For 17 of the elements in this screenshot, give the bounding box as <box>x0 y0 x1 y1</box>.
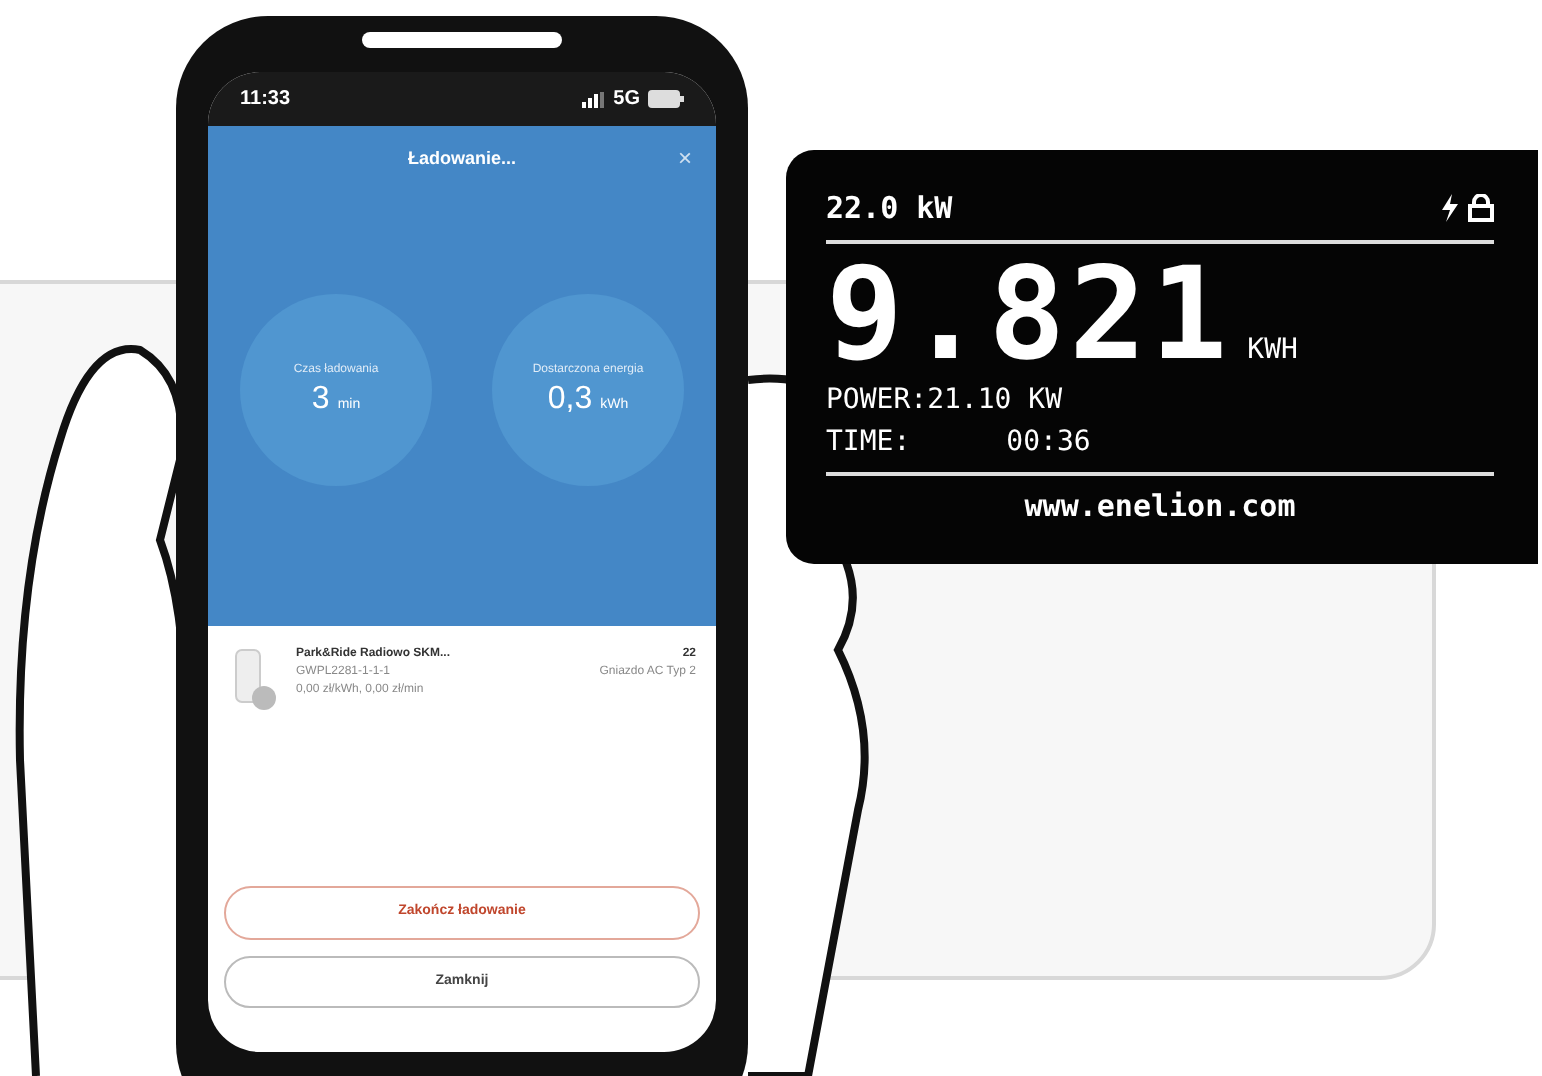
time-reading: 00:36 <box>1006 423 1091 461</box>
energy-unit: KWH <box>1247 331 1298 369</box>
stat-value: 0,3 <box>547 379 593 418</box>
signal-icon <box>581 91 606 107</box>
time-label: TIME: <box>826 423 911 461</box>
close-button[interactable]: × <box>677 146 692 170</box>
screen-title: Ładowanie... <box>407 146 516 172</box>
lock-icon <box>1468 194 1494 223</box>
stat-value: 3 <box>311 379 330 418</box>
network-label: 5G <box>613 86 640 114</box>
max-power-label: 22.0 kW <box>826 188 953 230</box>
website-label: www.enelion.com <box>1022 485 1298 527</box>
power-reading: POWER:21.10 KW <box>826 381 1065 419</box>
status-time: 11:33 <box>240 86 291 114</box>
lightning-icon <box>1440 194 1460 223</box>
battery-icon <box>648 90 684 108</box>
energy-reading: 9.821 <box>826 251 1232 379</box>
